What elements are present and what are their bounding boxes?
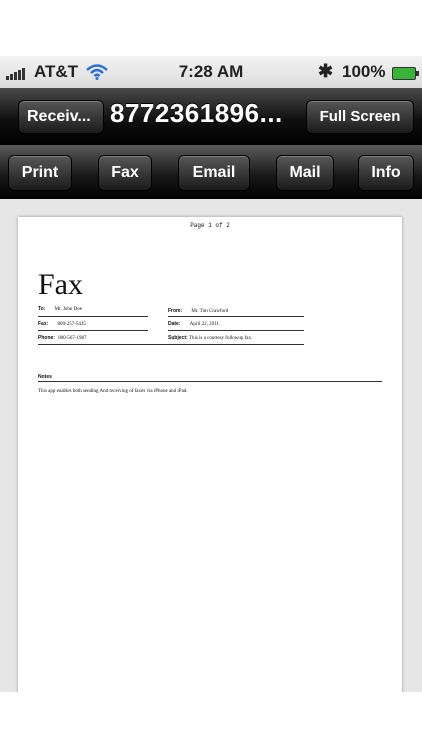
divider [168, 330, 304, 331]
date-field: Date: April 22, 2011 [168, 321, 219, 327]
fax-heading: Fax [38, 268, 83, 301]
battery-icon [392, 67, 419, 80]
notes-text: This app enables both sending And receiv… [38, 389, 188, 394]
back-button[interactable]: Receiv... [18, 100, 104, 134]
bluetooth-icon: ✱ [318, 61, 334, 81]
fax-number-value: 800-257-5435 [57, 322, 86, 327]
fax-number-field: Fax: 800-257-5435 [38, 321, 86, 327]
fax-number-label: Fax: [38, 321, 49, 327]
full-screen-button[interactable]: Full Screen [306, 100, 414, 134]
subject-value: This is a courtesy followup fax. [188, 336, 253, 341]
phone-label: Phone: [38, 335, 55, 341]
divider [38, 344, 304, 345]
mail-button[interactable]: Mail [276, 155, 334, 191]
status-bar: AT&T 7:28 AM ✱ 100% [0, 56, 422, 89]
phone-value: 800-567-1987 [58, 336, 87, 341]
divider [38, 330, 148, 331]
divider [38, 381, 382, 382]
to-field: To: Mr. John Doe [38, 306, 82, 312]
info-button[interactable]: Info [358, 155, 414, 191]
page-indicator: Page 1 of 2 [190, 222, 230, 229]
document-viewer[interactable]: Page 1 of 2 Fax To: Mr. John Doe From: M… [0, 199, 422, 692]
divider [168, 316, 304, 317]
from-label: From: [168, 308, 183, 314]
email-button[interactable]: Email [178, 155, 250, 191]
fax-page: Page 1 of 2 Fax To: Mr. John Doe From: M… [18, 217, 402, 692]
divider [38, 316, 148, 317]
battery-percentage: 100% [342, 62, 386, 81]
to-label: To: [38, 306, 46, 312]
subject-label: Subject: [168, 335, 188, 341]
action-toolbar: Print Fax Email Mail Info [0, 145, 422, 200]
from-field: From: Mr. Tim Crawford [168, 308, 228, 314]
phone-screen: AT&T 7:28 AM ✱ 100% Receiv... 8772361896… [0, 56, 422, 692]
phone-field: Phone: 800-567-1987 [38, 335, 87, 341]
to-value: Mr. John Doe [54, 307, 83, 312]
from-value: Mr. Tim Crawford [191, 309, 229, 314]
fax-button[interactable]: Fax [98, 155, 152, 191]
notes-label: Notes [38, 374, 52, 380]
date-label: Date: [168, 321, 181, 327]
subject-field: Subject: This is a courtesy followup fax… [168, 335, 252, 341]
print-button[interactable]: Print [8, 155, 72, 191]
page-title: 8772361896... [110, 98, 283, 128]
navigation-bar: Receiv... 8772361896... Full Screen [0, 88, 422, 145]
date-value: April 22, 2011 [189, 322, 219, 327]
